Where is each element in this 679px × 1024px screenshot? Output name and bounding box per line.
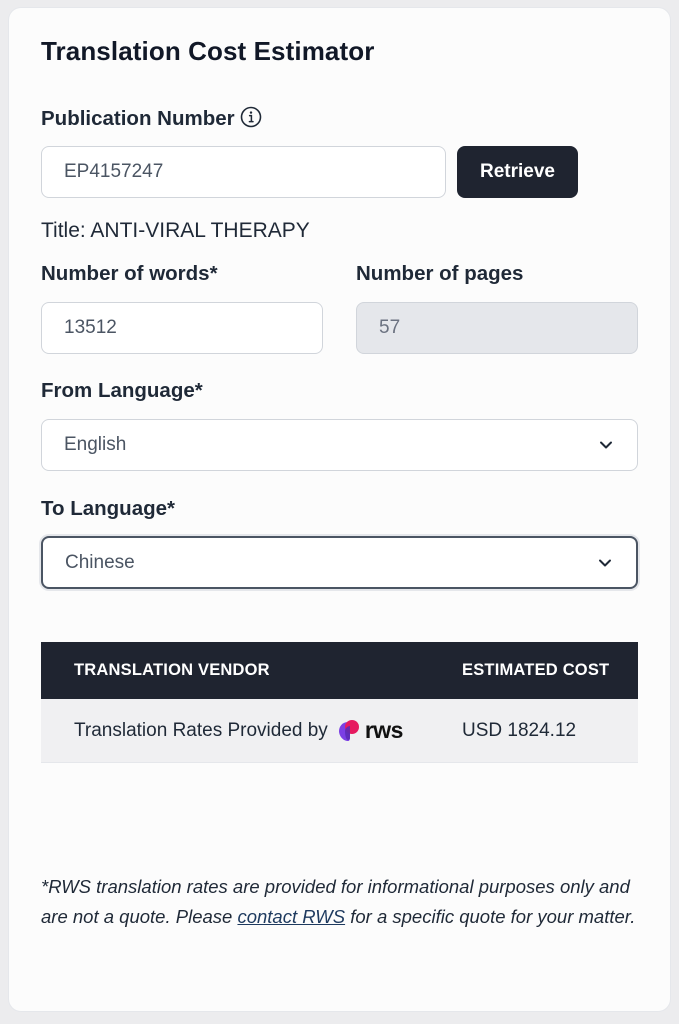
publication-number-input[interactable]: EP4157247 (41, 146, 446, 198)
table-header: TRANSLATION VENDOR ESTIMATED COST (41, 642, 638, 699)
rws-logo-icon (338, 719, 359, 741)
contact-rws-link[interactable]: contact RWS (237, 906, 345, 927)
chevron-down-icon (600, 441, 612, 449)
publication-title: Title: ANTI-VIRAL THERAPY (41, 219, 310, 242)
info-icon[interactable] (240, 106, 261, 128)
number-of-pages-label: Number of pages (356, 262, 524, 285)
from-language-select[interactable]: English (41, 419, 638, 471)
to-language-label: To Language* (41, 497, 176, 520)
rws-logo-wordmark: rws (364, 717, 404, 743)
cost-column-header: ESTIMATED COST (462, 661, 610, 679)
estimator-card: Translation Cost Estimator Publication N… (9, 8, 670, 1011)
footnote-text-after: for a specific quote for your matter. (345, 906, 636, 927)
vendor-text: Translation Rates Provided by (74, 719, 328, 741)
from-language-label: From Language* (41, 379, 203, 402)
chevron-down-icon (599, 559, 611, 566)
rws-logo: rws (338, 717, 403, 744)
table-row: Translation Rates Provided by rws USD 18… (41, 699, 638, 763)
from-language-value: English (64, 434, 127, 455)
publication-number-label-text: Publication Number (41, 107, 235, 130)
number-of-words-input[interactable]: 13512 (41, 302, 323, 354)
publication-number-label: Publication Number (41, 106, 261, 131)
number-of-words-label: Number of words* (41, 262, 218, 285)
page-title: Translation Cost Estimator (41, 36, 375, 66)
to-language-value: Chinese (65, 551, 135, 573)
vendor-cell: Translation Rates Provided by rws (74, 699, 403, 762)
number-of-pages-input: 57 (356, 302, 638, 354)
vendor-column-header: TRANSLATION VENDOR (74, 661, 270, 679)
to-language-select[interactable]: Chinese (41, 536, 638, 589)
disclaimer-footnote: *RWS translation rates are provided for … (41, 872, 641, 932)
cost-cell: USD 1824.12 (462, 719, 577, 741)
retrieve-button[interactable]: Retrieve (457, 146, 578, 198)
